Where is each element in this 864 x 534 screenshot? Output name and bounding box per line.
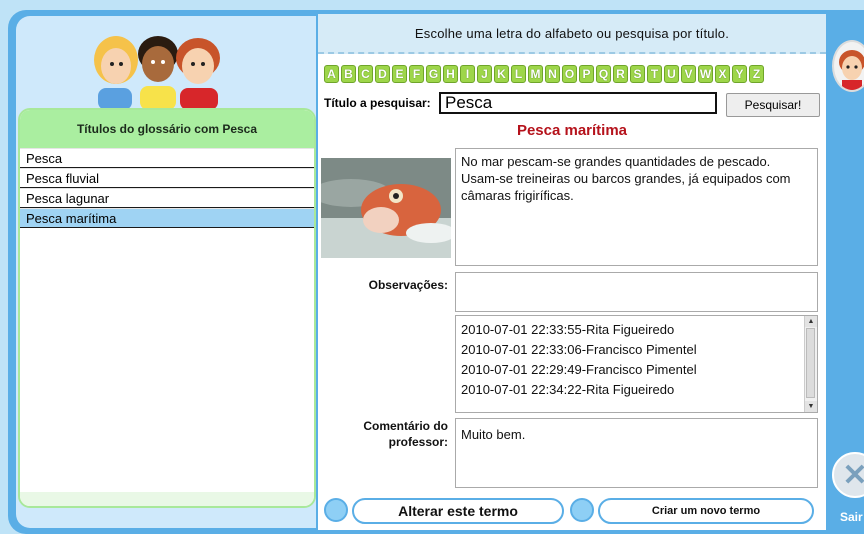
letter-button-z[interactable]: Z	[749, 65, 764, 83]
term-description: No mar pescam-se grandes quantidades de …	[455, 148, 818, 266]
letter-button-q[interactable]: Q	[596, 65, 611, 83]
letter-button-t[interactable]: T	[647, 65, 662, 83]
search-label: Título a pesquisar:	[324, 96, 431, 110]
letter-button-v[interactable]: V	[681, 65, 696, 83]
comment-label: Comentário do professor:	[363, 419, 448, 449]
letter-button-k[interactable]: K	[494, 65, 509, 83]
edit-term-button[interactable]: Alterar este termo	[352, 498, 564, 524]
list-footer	[20, 492, 314, 506]
teacher-comment: Muito bem.	[455, 418, 818, 488]
letter-button-c[interactable]: C	[358, 65, 373, 83]
letter-button-r[interactable]: R	[613, 65, 628, 83]
list-item[interactable]: Pesca lagunar	[20, 188, 314, 208]
scroll-up-icon[interactable]: ▲	[805, 316, 817, 327]
letter-button-h[interactable]: H	[443, 65, 458, 83]
letter-button-s[interactable]: S	[630, 65, 645, 83]
search-input[interactable]	[439, 92, 717, 114]
glossary-list-title: Títulos do glossário com Pesca	[20, 110, 314, 148]
letter-button-w[interactable]: W	[698, 65, 713, 83]
alphabet-bar: ABCDEFGHIJKLMNOPQRSTUVWXYZ	[324, 65, 764, 83]
letter-button-u[interactable]: U	[664, 65, 679, 83]
help-avatar-icon[interactable]	[832, 40, 864, 92]
observations-field[interactable]	[455, 272, 818, 312]
letter-button-y[interactable]: Y	[732, 65, 747, 83]
history-scrollbar[interactable]: ▲ ▼	[804, 316, 817, 412]
letter-button-j[interactable]: J	[477, 65, 492, 83]
edit-history-list[interactable]: 2010-07-01 22:33:55-Rita Figueiredo 2010…	[455, 315, 818, 413]
letter-button-g[interactable]: G	[426, 65, 441, 83]
edit-bullet-icon	[324, 498, 348, 522]
new-term-button[interactable]: Criar um novo termo	[598, 498, 814, 524]
scroll-down-icon[interactable]: ▼	[805, 401, 817, 412]
history-entry: 2010-07-01 22:33:55-Rita Figueiredo	[461, 322, 675, 337]
letter-button-l[interactable]: L	[511, 65, 526, 83]
list-item[interactable]: Pesca fluvial	[20, 168, 314, 188]
letter-button-x[interactable]: X	[715, 65, 730, 83]
letter-button-f[interactable]: F	[409, 65, 424, 83]
search-button[interactable]: Pesquisar!	[726, 93, 820, 117]
kids-illustration	[94, 36, 220, 110]
observations-label: Observações:	[368, 278, 448, 292]
list-item[interactable]: Pesca	[20, 148, 314, 168]
new-bullet-icon	[570, 498, 594, 522]
main-panel: Escolhe uma letra do alfabeto ou pesquis…	[318, 14, 826, 530]
fish-image	[321, 158, 451, 258]
letter-button-m[interactable]: M	[528, 65, 543, 83]
letter-button-p[interactable]: P	[579, 65, 594, 83]
exit-label[interactable]: Sair	[840, 510, 863, 524]
letter-button-a[interactable]: A	[324, 65, 339, 83]
letter-button-i[interactable]: I	[460, 65, 475, 83]
letter-button-o[interactable]: O	[562, 65, 577, 83]
history-entry: 2010-07-01 22:33:06-Francisco Pimentel	[461, 342, 697, 357]
instruction-text: Escolhe uma letra do alfabeto ou pesquis…	[318, 14, 826, 54]
letter-button-e[interactable]: E	[392, 65, 407, 83]
history-entry: 2010-07-01 22:29:49-Francisco Pimentel	[461, 362, 697, 377]
scroll-thumb[interactable]	[806, 328, 815, 398]
letter-button-n[interactable]: N	[545, 65, 560, 83]
history-entry: 2010-07-01 22:34:22-Rita Figueiredo	[461, 382, 675, 397]
letter-button-b[interactable]: B	[341, 65, 356, 83]
list-item-selected[interactable]: Pesca marítima	[20, 208, 314, 228]
glossary-list-panel: Títulos do glossário com Pesca Pesca Pes…	[18, 108, 316, 508]
letter-button-d[interactable]: D	[375, 65, 390, 83]
term-title: Pesca marítima	[516, 122, 628, 139]
